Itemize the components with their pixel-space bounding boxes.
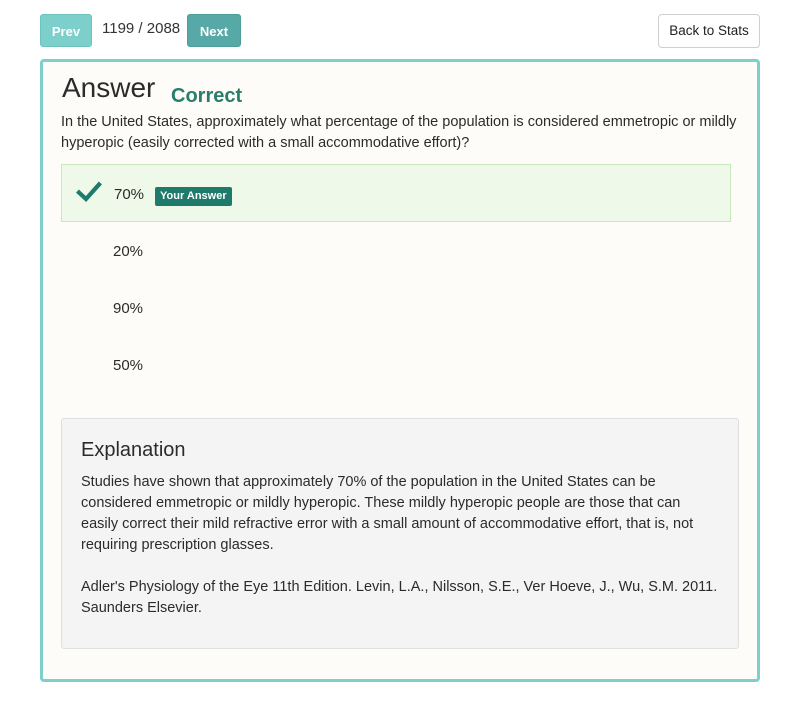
option-text: 90%	[113, 300, 144, 317]
option-text: 70%	[114, 186, 145, 203]
option-text: 20%	[113, 243, 144, 260]
option-50: 50%	[61, 336, 731, 394]
correct-status-label: Correct	[171, 85, 243, 107]
answer-heading: Answer	[62, 72, 156, 103]
option-70-selected: 70% Your Answer	[61, 164, 731, 222]
top-navigation-bar: Prev 1199 / 2088 Next Back to Stats	[0, 0, 800, 60]
answer-panel: Answer Correct In the United States, app…	[40, 59, 760, 682]
option-20: 20%	[61, 222, 731, 280]
explanation-body: Studies have shown that approximately 70…	[81, 474, 694, 553]
option-text: 50%	[113, 357, 144, 374]
prev-button[interactable]: Prev	[40, 14, 92, 47]
back-to-stats-button[interactable]: Back to Stats	[658, 14, 760, 48]
explanation-reference: Adler's Physiology of the Eye 11th Editi…	[81, 579, 718, 616]
explanation-title: Explanation	[81, 439, 186, 461]
next-button[interactable]: Next	[187, 14, 241, 47]
option-90: 90%	[61, 279, 731, 337]
question-text: In the United States, approximately what…	[61, 114, 737, 151]
explanation-box: Explanation Studies have shown that appr…	[61, 418, 739, 649]
question-counter: 1199 / 2088	[102, 20, 181, 37]
your-answer-badge: Your Answer	[155, 187, 232, 206]
checkmark-icon	[76, 181, 102, 202]
